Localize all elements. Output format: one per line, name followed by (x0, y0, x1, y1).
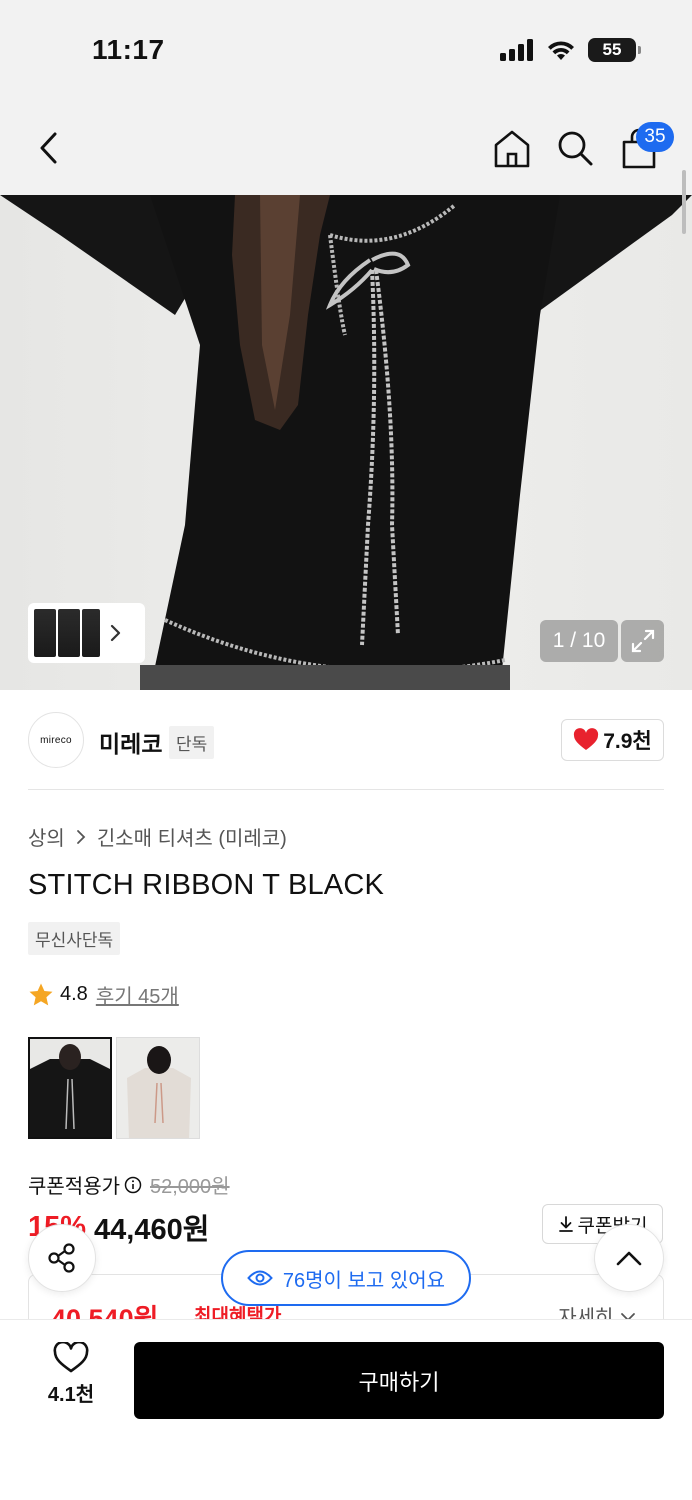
original-price: 52,000원 (150, 1176, 230, 1198)
cart-button[interactable]: 35 (620, 122, 674, 170)
buy-button[interactable]: 구매하기 (134, 1342, 664, 1419)
thumbnail-image (34, 609, 56, 657)
eye-icon (247, 1270, 273, 1286)
color-option-white[interactable] (116, 1037, 200, 1139)
signal-icon (500, 39, 533, 61)
chevron-left-icon (40, 132, 57, 164)
brand-like-count: 7.9천 (603, 730, 652, 753)
star-icon (29, 983, 53, 1005)
status-time: 11:17 (92, 34, 165, 65)
color-thumbnail (30, 1039, 110, 1137)
image-counter: 1 / 10 (540, 620, 618, 662)
expand-image-button[interactable] (621, 620, 664, 662)
status-icons: 55 (500, 38, 641, 62)
color-options (28, 1037, 200, 1139)
home-icon (494, 130, 530, 168)
battery-icon: 55 (588, 38, 641, 62)
share-icon (48, 1243, 75, 1273)
image-thumbnail-strip[interactable] (28, 603, 145, 663)
product-title: STITCH RIBBON T BLACK (28, 869, 385, 901)
status-bar: 11:17 55 (0, 0, 692, 100)
home-button[interactable] (492, 128, 532, 170)
top-navigation: 35 (0, 100, 692, 195)
viewers-text: 76명이 보고 있어요 (282, 1269, 446, 1292)
rating-row: 4.8 후기 45개 (28, 980, 179, 1009)
chevron-right-icon (76, 829, 86, 844)
heart-filled-icon (574, 728, 599, 750)
share-button[interactable] (28, 1224, 96, 1292)
chevron-right-icon (110, 624, 121, 642)
coupon-price-label: 쿠폰적용가 (28, 1176, 120, 1198)
cart-count-badge: 35 (636, 122, 674, 152)
expand-icon (631, 629, 654, 653)
review-link[interactable]: 후기 45개 (96, 980, 179, 1009)
heart-outline-icon (53, 1342, 89, 1373)
download-icon (558, 1216, 573, 1232)
thumbnail-image (58, 609, 80, 657)
bottom-action-bar: 4.1천 구매하기 (0, 1320, 692, 1500)
wishlist-count: 4.1천 (47, 1384, 95, 1406)
breadcrumb-category[interactable]: 상의 (28, 822, 65, 851)
search-icon (558, 131, 593, 166)
brand-exclusive-tag: 단독 (169, 726, 215, 759)
search-button[interactable] (555, 128, 595, 170)
wishlist-button[interactable]: 4.1천 (40, 1342, 102, 1407)
brand-like-button[interactable]: 7.9천 (561, 719, 664, 761)
price-label-row: 쿠폰적용가 52,000원 (28, 1170, 230, 1199)
brand-row: mireco 미레코 단독 7.9천 (28, 710, 664, 770)
sale-price: 44,460원 (94, 1214, 210, 1246)
viewers-notice: 76명이 보고 있어요 (221, 1250, 471, 1306)
chevron-up-icon (616, 1251, 642, 1266)
breadcrumb: 상의 긴소매 티셔츠 (미레코) (28, 822, 287, 851)
back-button[interactable] (34, 128, 64, 168)
color-thumbnail (117, 1038, 199, 1138)
wifi-icon (548, 41, 574, 60)
scroll-top-button[interactable] (594, 1224, 664, 1292)
divider (28, 789, 664, 790)
thumbnail-image (82, 609, 100, 657)
brand-name[interactable]: 미레코 (99, 725, 162, 759)
breadcrumb-subcategory[interactable]: 긴소매 티셔츠 (미레코) (97, 822, 287, 851)
musinsa-exclusive-tag: 무신사단독 (28, 922, 121, 955)
rating-value: 4.8 (60, 983, 88, 1005)
scroll-indicator[interactable] (682, 170, 686, 234)
color-option-black[interactable] (28, 1037, 112, 1139)
brand-logo[interactable]: mireco (28, 712, 84, 768)
info-icon[interactable] (124, 1176, 142, 1194)
